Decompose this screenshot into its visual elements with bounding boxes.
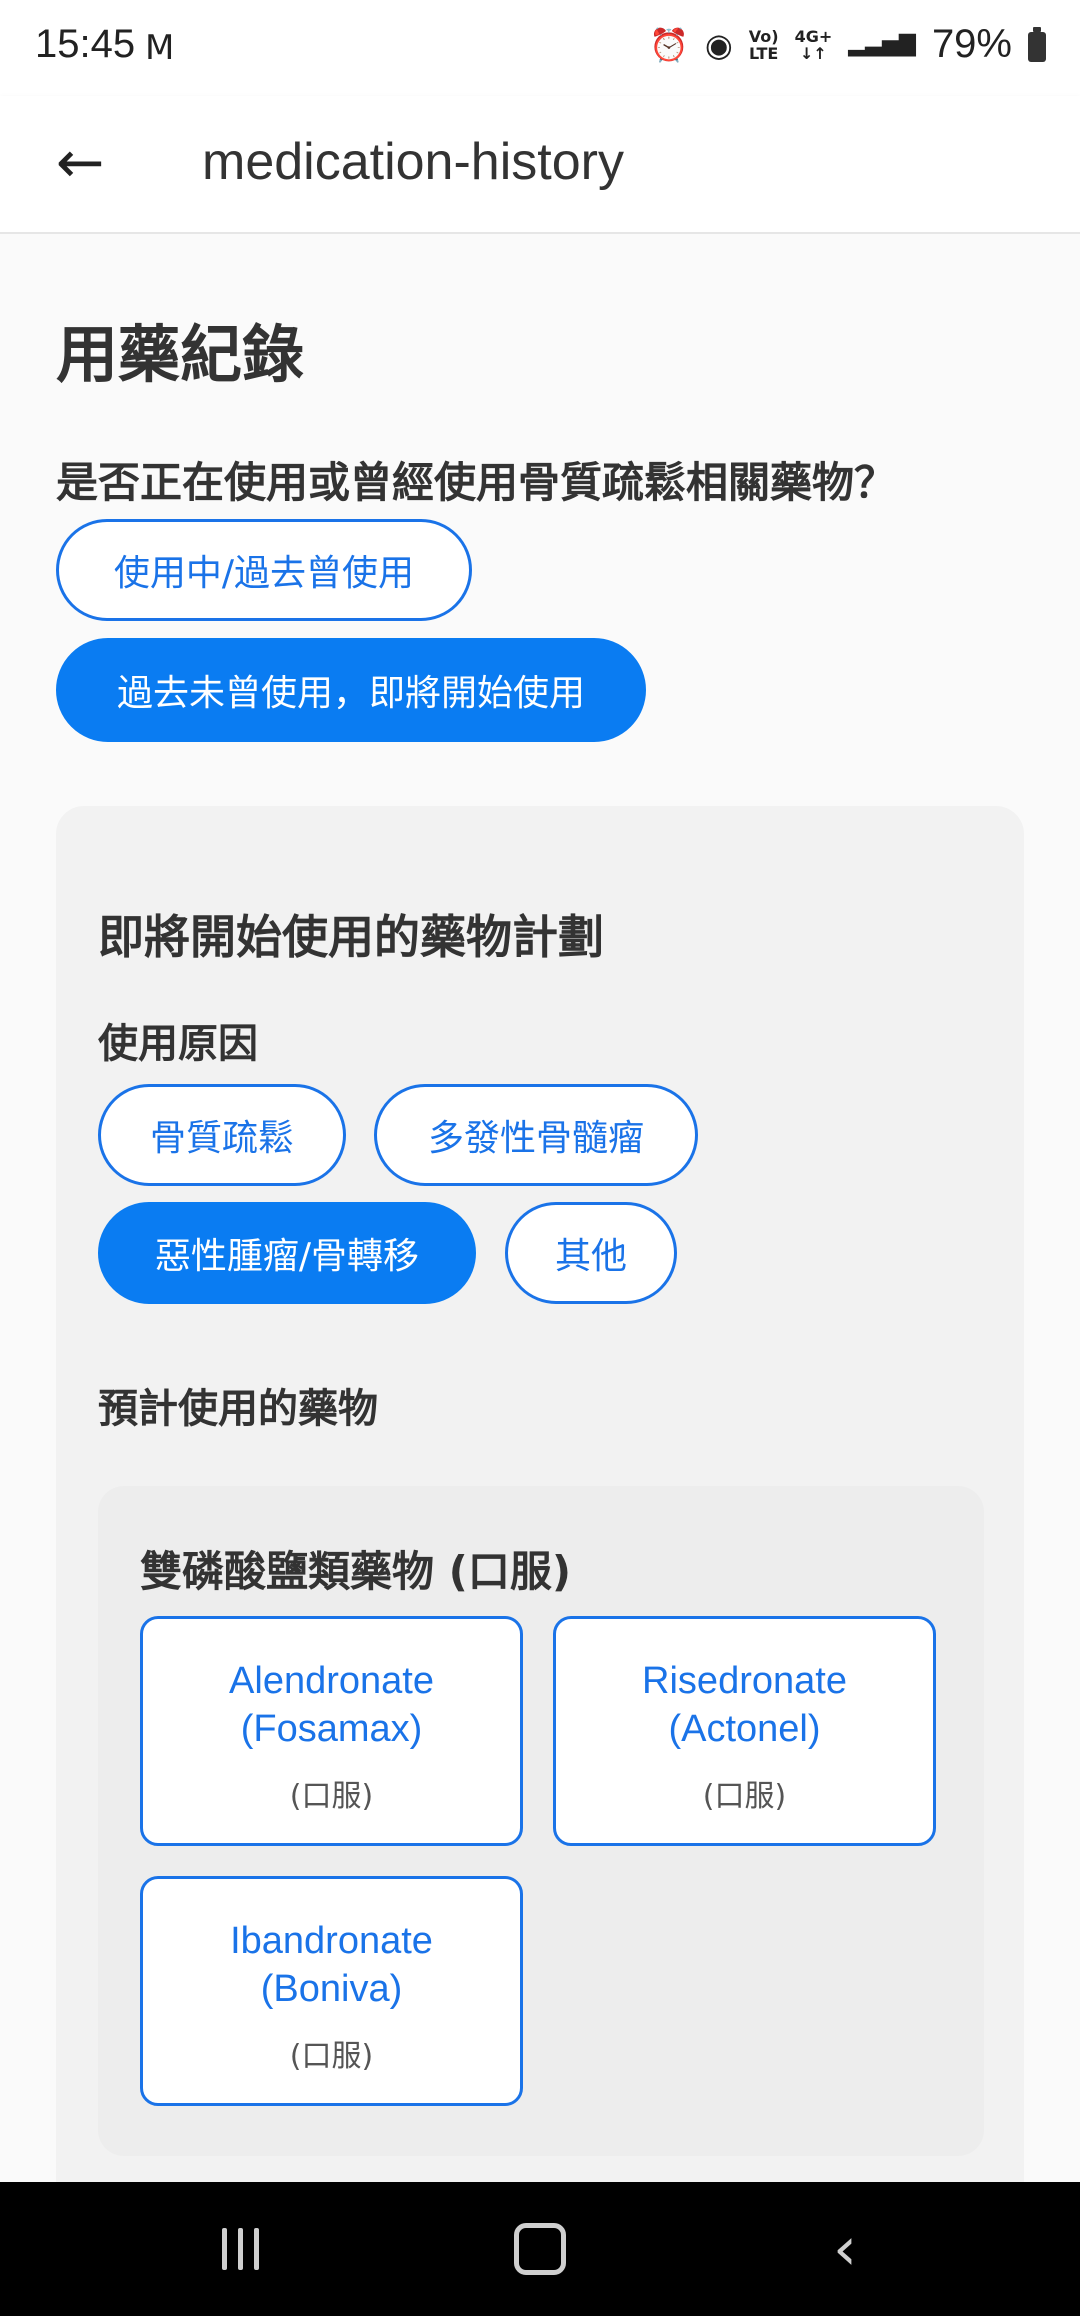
- drug-brand-name: (Boniva): [260, 1968, 403, 2010]
- app-bar: ← medication-history: [0, 96, 1080, 234]
- reason-malignant-tumor-bone-metastasis[interactable]: 惡性腫瘤/骨轉移: [98, 1202, 476, 1304]
- home-button[interactable]: [500, 2216, 580, 2282]
- drug-generic-name: Ibandronate: [230, 1920, 433, 1962]
- status-bar: 15:45 M ⏰ ◉ Vo) LTE 4G+ ↓↑ ▂▃▅▇ 79%: [0, 0, 1080, 96]
- drug-name: Alendronate (Fosamax): [143, 1657, 520, 1753]
- usage-question: 是否正在使用或曾經使用骨質疏鬆相關藥物？: [56, 458, 897, 507]
- network-4g-icon: 4G+ ↓↑: [794, 26, 833, 63]
- drug-brand-name: (Fosamax): [240, 1708, 423, 1750]
- drug-route: (口服): [289, 1779, 374, 1814]
- reason-label: 使用原因: [98, 1021, 258, 1067]
- battery-icon: [1028, 26, 1046, 62]
- hotspot-icon: ◉: [704, 25, 733, 64]
- home-icon: [514, 2223, 566, 2275]
- drug-generic-name: Alendronate: [229, 1660, 434, 1702]
- status-icons: ⏰ ◉ Vo) LTE 4G+ ↓↑ ▂▃▅▇ 79%: [649, 22, 1046, 67]
- drug-generic-name: Risedronate: [642, 1660, 847, 1702]
- reason-multiple-myeloma[interactable]: 多發性骨髓瘤: [374, 1084, 698, 1186]
- system-back-button[interactable]: ‹: [805, 2216, 885, 2282]
- option-currently-or-previously-used[interactable]: 使用中/過去曾使用: [56, 519, 472, 621]
- recents-button[interactable]: [200, 2216, 280, 2282]
- drug-group-title: 雙磷酸鹽類藥物 (口服): [140, 1547, 572, 1596]
- plan-title: 即將開始使用的藥物計劃: [98, 910, 604, 964]
- planned-drugs-label: 預計使用的藥物: [98, 1386, 378, 1432]
- recents-icon: [221, 2228, 259, 2270]
- drug-brand-name: (Actonel): [668, 1708, 821, 1750]
- battery-percent: 79%: [931, 22, 1012, 66]
- back-button[interactable]: ←: [44, 126, 116, 198]
- option-never-used-will-start[interactable]: 過去未曾使用，即將開始使用: [56, 638, 646, 742]
- gmail-icon: M: [145, 28, 175, 68]
- content-area[interactable]: 用藥紀錄 是否正在使用或曾經使用骨質疏鬆相關藥物？ 使用中/過去曾使用 過去未曾…: [0, 234, 1080, 2182]
- alarm-icon: ⏰: [649, 25, 689, 64]
- drug-option-risedronate[interactable]: Risedronate (Actonel) (口服): [553, 1616, 936, 1846]
- page-title: medication-history: [202, 133, 624, 191]
- signal-icon: ▂▃▅▇: [848, 31, 916, 57]
- volte-icon: Vo) LTE: [748, 26, 779, 63]
- drug-option-ibandronate[interactable]: Ibandronate (Boniva) (口服): [140, 1876, 523, 2106]
- arrow-left-icon: ←: [55, 128, 105, 196]
- chevron-left-icon: ‹: [833, 2214, 857, 2284]
- drug-route: (口服): [702, 1779, 787, 1814]
- system-nav-bar: ‹: [0, 2182, 1080, 2316]
- section-heading: 用藥紀錄: [56, 318, 305, 391]
- status-time: 15:45: [35, 22, 136, 66]
- drug-route: (口服): [289, 2039, 374, 2074]
- drug-name: Ibandronate (Boniva): [143, 1917, 520, 2013]
- upcoming-plan-card: 即將開始使用的藥物計劃 使用原因 骨質疏鬆 多發性骨髓瘤 惡性腫瘤/骨轉移 其他…: [56, 806, 1024, 2182]
- bisphosphonate-group: 雙磷酸鹽類藥物 (口服) Alendronate (Fosamax) (口服) …: [98, 1486, 984, 2156]
- reason-other[interactable]: 其他: [505, 1202, 677, 1304]
- drug-option-alendronate[interactable]: Alendronate (Fosamax) (口服): [140, 1616, 523, 1846]
- drug-name: Risedronate (Actonel): [556, 1657, 933, 1753]
- reason-osteoporosis[interactable]: 骨質疏鬆: [98, 1084, 346, 1186]
